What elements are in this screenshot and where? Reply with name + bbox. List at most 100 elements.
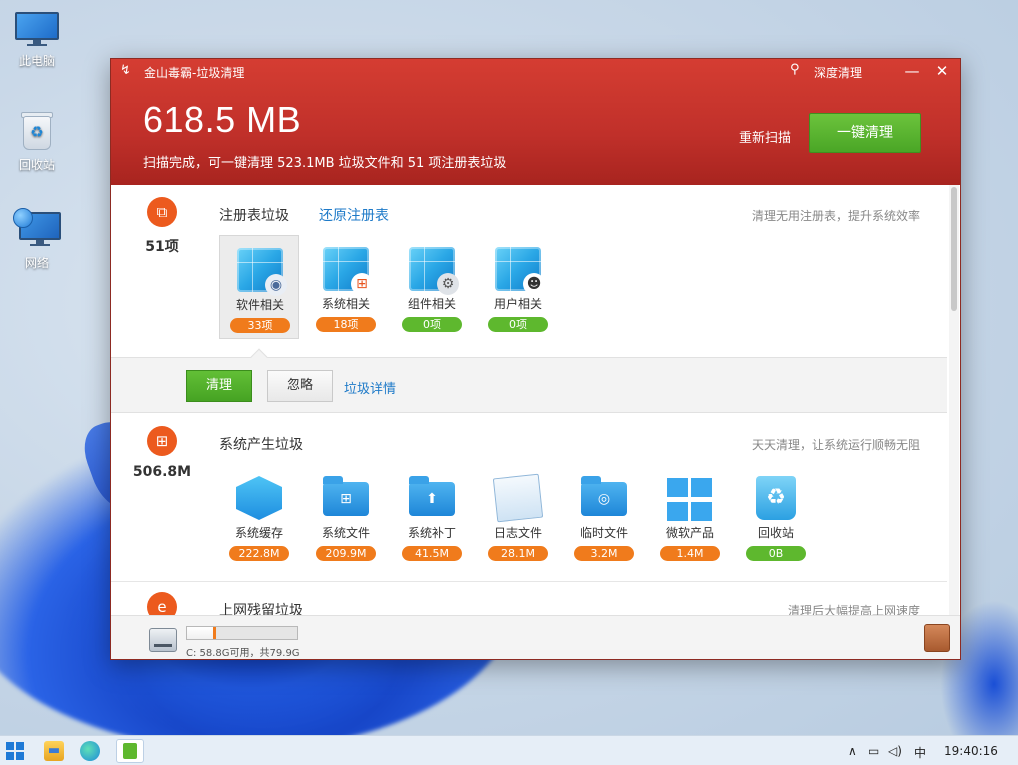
- registry-item-badge: 33项: [230, 318, 290, 333]
- registry-item-label: 系统相关: [321, 297, 370, 311]
- registry-software-icon: ◉: [237, 248, 287, 296]
- system-item-temp[interactable]: ◎ 临时文件 3.2M: [564, 464, 644, 568]
- registry-description: 清理无用注册表，提升系统效率: [751, 209, 920, 223]
- system-item-label: 回收站: [757, 526, 794, 540]
- system-patch-folder-icon: ⬆: [409, 476, 455, 516]
- app-logo-icon: ↯: [120, 63, 131, 78]
- windows-section-icon: ⊞: [147, 426, 177, 456]
- registry-item-user[interactable]: ☻ 用户相关 0项: [478, 235, 558, 339]
- desktop-icon-this-pc[interactable]: 此电脑: [2, 12, 72, 69]
- one-click-clean-button[interactable]: 一键清理: [809, 113, 921, 153]
- restore-registry-link[interactable]: 还原注册表: [319, 205, 389, 225]
- clock[interactable]: 19:40:16: [944, 744, 998, 758]
- show-hidden-icon[interactable]: ∧: [848, 744, 857, 758]
- internet-junk-section: e 上网残留垃圾 清理后大幅提高上网速度: [111, 582, 947, 615]
- registry-item-badge: 18项: [316, 317, 376, 332]
- window-header: ↯ 金山毒霸-垃圾清理 ⚲ 深度清理 — ✕ 618.5 MB 扫描完成，可一键…: [111, 59, 960, 185]
- system-item-recycle-bin[interactable]: ♻ 回收站 0B: [736, 464, 816, 568]
- system-item-cache[interactable]: 系统缓存 222.8M: [219, 464, 299, 568]
- hard-drive-icon: [149, 628, 177, 652]
- desktop-icon-label: 网络: [24, 256, 49, 270]
- system-item-label: 临时文件: [579, 526, 628, 540]
- system-junk-count: 506.8M: [132, 464, 192, 480]
- system-item-badge: 222.8M: [229, 546, 289, 561]
- file-explorer-icon[interactable]: ▬: [44, 741, 64, 761]
- minimize-button[interactable]: —: [902, 61, 922, 81]
- ignore-button[interactable]: 忽略: [267, 370, 333, 402]
- registry-component-icon: ⚙: [409, 247, 459, 295]
- edge-browser-icon[interactable]: [80, 741, 100, 761]
- registry-item-system[interactable]: ⊞ 系统相关 18项: [306, 235, 386, 339]
- disk-usage-fill: [187, 627, 217, 639]
- broom-icon[interactable]: ⚲: [790, 62, 804, 78]
- registry-item-label: 软件相关: [235, 298, 284, 312]
- registry-user-icon: ☻: [495, 247, 545, 295]
- system-item-logs[interactable]: 日志文件 28.1M: [478, 464, 558, 568]
- registry-section: ⧉ 51项 注册表垃圾 还原注册表 清理无用注册表，提升系统效率 ◉ 软件相关 …: [111, 185, 947, 357]
- computer-icon: [15, 12, 59, 46]
- clean-button[interactable]: 清理: [186, 370, 252, 402]
- network-status-icon[interactable]: ▭: [868, 744, 879, 758]
- system-item-label: 系统补丁: [407, 526, 456, 540]
- duba-taskbar-icon[interactable]: [116, 739, 144, 763]
- system-item-badge: 41.5M: [402, 546, 462, 561]
- volume-icon[interactable]: ◁): [888, 744, 902, 758]
- close-button[interactable]: ✕: [932, 61, 952, 81]
- desktop-icon-label: 此电脑: [18, 54, 55, 68]
- registry-system-icon: ⊞: [323, 247, 373, 295]
- system-tray: ∧ ▭ ◁) 中 19:40:16: [848, 736, 1008, 765]
- disk-usage-bar: [186, 626, 298, 640]
- desktop-icon-network[interactable]: 网络: [2, 208, 72, 271]
- status-footer: C: 58.8G可用，共79.9G: [111, 615, 960, 659]
- system-cache-icon: [236, 476, 282, 520]
- system-item-badge: 1.4M: [660, 546, 720, 561]
- internet-junk-title: 上网残留垃圾: [219, 603, 303, 615]
- system-junk-description: 天天清理，让系统运行顺畅无阻: [751, 438, 920, 452]
- disk-space-text: C: 58.8G可用，共79.9G: [186, 648, 300, 659]
- deep-clean-link[interactable]: 深度清理: [814, 64, 862, 81]
- title-bar: ↯ 金山毒霸-垃圾清理 ⚲ 深度清理 — ✕: [111, 59, 960, 85]
- system-item-badge: 3.2M: [574, 546, 634, 561]
- system-item-label: 日志文件: [493, 526, 542, 540]
- system-item-badge: 28.1M: [488, 546, 548, 561]
- rescan-link[interactable]: 重新扫描: [739, 127, 791, 146]
- internet-junk-description: 清理后大幅提高上网速度: [787, 604, 920, 615]
- recycle-bin-icon: ♻: [19, 110, 55, 150]
- ime-indicator[interactable]: 中: [914, 744, 926, 761]
- system-junk-section: ⊞ 506.8M 系统产生垃圾 天天清理，让系统运行顺畅无阻 系统缓存 222.…: [111, 414, 947, 582]
- system-item-label: 系统文件: [321, 526, 370, 540]
- system-item-files[interactable]: ⊞ 系统文件 209.9M: [306, 464, 386, 568]
- registry-section-icon: ⧉: [147, 197, 177, 227]
- system-item-label: 系统缓存: [234, 526, 283, 540]
- registry-item-component[interactable]: ⚙ 组件相关 0项: [392, 235, 472, 339]
- desktop-icon-label: 回收站: [18, 158, 55, 172]
- log-files-icon: [492, 473, 544, 523]
- registry-item-badge: 0项: [402, 317, 462, 332]
- total-junk-size: 618.5 MB: [143, 99, 302, 140]
- ie-section-icon: e: [147, 592, 177, 615]
- scan-summary: 扫描完成，可一键清理 523.1MB 垃圾文件和 51 项注册表垃圾: [143, 156, 507, 171]
- system-item-patch[interactable]: ⬆ 系统补丁 41.5M: [392, 464, 472, 568]
- window-title: 金山毒霸-垃圾清理: [144, 66, 245, 80]
- temp-files-folder-icon: ◎: [581, 476, 627, 516]
- system-item-label: 微软产品: [665, 526, 714, 540]
- taskbar: ▬ ∧ ▭ ◁) 中 19:40:16: [0, 735, 1018, 765]
- system-item-microsoft[interactable]: 微软产品 1.4M: [650, 464, 730, 568]
- system-files-folder-icon: ⊞: [323, 476, 369, 516]
- scan-results: ⧉ 51项 注册表垃圾 还原注册表 清理无用注册表，提升系统效率 ◉ 软件相关 …: [111, 185, 947, 615]
- registry-item-label: 用户相关: [493, 297, 542, 311]
- registry-action-bar: 清理 忽略 垃圾详情: [111, 357, 947, 413]
- start-button[interactable]: [6, 742, 24, 760]
- registry-count: 51项: [145, 239, 179, 255]
- junk-details-link[interactable]: 垃圾详情: [344, 378, 396, 397]
- registry-item-label: 组件相关: [407, 297, 456, 311]
- toolbox-icon[interactable]: [924, 624, 950, 652]
- results-scrollbar[interactable]: [949, 185, 959, 615]
- network-icon: [13, 208, 61, 248]
- scrollbar-thumb[interactable]: [951, 187, 957, 311]
- desktop-icon-recycle-bin[interactable]: ♻ 回收站: [2, 110, 72, 173]
- duba-cleaner-window: ↯ 金山毒霸-垃圾清理 ⚲ 深度清理 — ✕ 618.5 MB 扫描完成，可一键…: [110, 58, 961, 660]
- recycle-bin-icon: ♻: [756, 476, 796, 520]
- system-junk-title: 系统产生垃圾: [219, 437, 303, 453]
- registry-item-software[interactable]: ◉ 软件相关 33项: [219, 235, 299, 339]
